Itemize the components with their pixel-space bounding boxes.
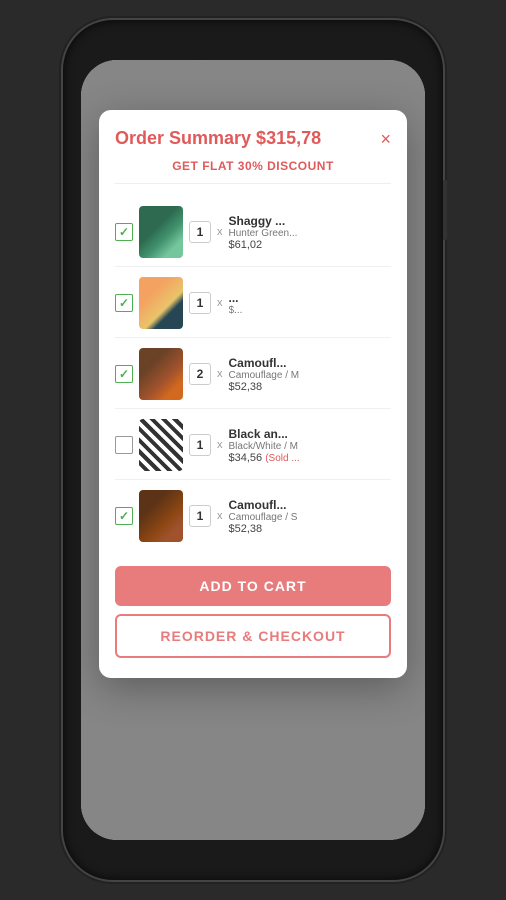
modal-header: Order Summary $315,78 × — [115, 128, 391, 149]
add-to-cart-button[interactable]: ADD TO CART — [115, 566, 391, 606]
order-summary-modal: Order Summary $315,78 × GET FLAT 30% DIS… — [99, 110, 407, 678]
item-2-name: ... — [229, 291, 392, 305]
item-1-variant: Hunter Green... — [229, 228, 392, 239]
item-1-info: Shaggy ... Hunter Green... $61,02 — [229, 214, 392, 251]
screen-background: Payment Status Pending Fulfillment Statu… — [81, 60, 425, 840]
item-5-name: Camoufl... — [229, 498, 392, 512]
item-4-name: Black an... — [229, 427, 392, 441]
item-3-multiply: x — [217, 368, 223, 380]
close-button[interactable]: × — [380, 130, 391, 148]
item-3-name: Camoufl... — [229, 356, 392, 370]
sold-out-label: (Sold ... — [265, 453, 299, 464]
item-1-multiply: x — [217, 226, 223, 238]
item-5-info: Camoufl... Camouflage / S $52,38 — [229, 498, 392, 535]
item-4-variant: Black/White / M — [229, 441, 392, 452]
item-2-thumbnail — [139, 277, 183, 329]
item-1-checkbox[interactable] — [115, 223, 133, 241]
item-2-multiply: x — [217, 297, 223, 309]
item-3-quantity[interactable]: 2 — [189, 363, 211, 385]
list-item: 1 x Shaggy ... Hunter Green... $61,02 — [115, 198, 391, 267]
item-1-price: $61,02 — [229, 239, 392, 251]
item-1-thumbnail — [139, 206, 183, 258]
item-4-checkbox[interactable] — [115, 436, 133, 454]
item-5-thumbnail — [139, 490, 183, 542]
item-4-thumbnail — [139, 419, 183, 471]
reorder-checkout-button[interactable]: REORDER & CHECKOUT — [115, 614, 391, 658]
item-1-quantity[interactable]: 1 — [189, 221, 211, 243]
phone-frame: Payment Status Pending Fulfillment Statu… — [63, 20, 443, 880]
item-1-name: Shaggy ... — [229, 214, 392, 228]
item-3-thumbnail — [139, 348, 183, 400]
modal-overlay: Order Summary $315,78 × GET FLAT 30% DIS… — [81, 60, 425, 840]
item-2-quantity[interactable]: 1 — [189, 292, 211, 314]
item-5-multiply: x — [217, 510, 223, 522]
list-item: 2 x Camoufl... Camouflage / M $52,38 — [115, 340, 391, 409]
item-4-price: $34,56 (Sold ... — [229, 452, 392, 464]
item-2-checkbox[interactable] — [115, 294, 133, 312]
item-3-variant: Camouflage / M — [229, 370, 392, 381]
item-4-multiply: x — [217, 439, 223, 451]
item-3-info: Camoufl... Camouflage / M $52,38 — [229, 356, 392, 393]
phone-screen: Payment Status Pending Fulfillment Statu… — [81, 60, 425, 840]
item-5-price: $52,38 — [229, 523, 392, 535]
item-5-quantity[interactable]: 1 — [189, 505, 211, 527]
item-4-info: Black an... Black/White / M $34,56 (Sold… — [229, 427, 392, 464]
item-3-price: $52,38 — [229, 381, 392, 393]
list-item: 1 x ... $... — [115, 269, 391, 338]
list-item: 1 x Black an... Black/White / M $34,56 (… — [115, 411, 391, 480]
item-3-checkbox[interactable] — [115, 365, 133, 383]
list-item: 1 x Camoufl... Camouflage / S $52,38 — [115, 482, 391, 550]
items-list: 1 x Shaggy ... Hunter Green... $61,02 — [115, 198, 391, 550]
item-2-variant: $... — [229, 305, 392, 316]
item-5-checkbox[interactable] — [115, 507, 133, 525]
modal-title: Order Summary $315,78 — [115, 128, 321, 149]
item-5-variant: Camouflage / S — [229, 512, 392, 523]
discount-banner: GET FLAT 30% DISCOUNT — [115, 159, 391, 184]
item-4-quantity[interactable]: 1 — [189, 434, 211, 456]
item-2-info: ... $... — [229, 291, 392, 316]
